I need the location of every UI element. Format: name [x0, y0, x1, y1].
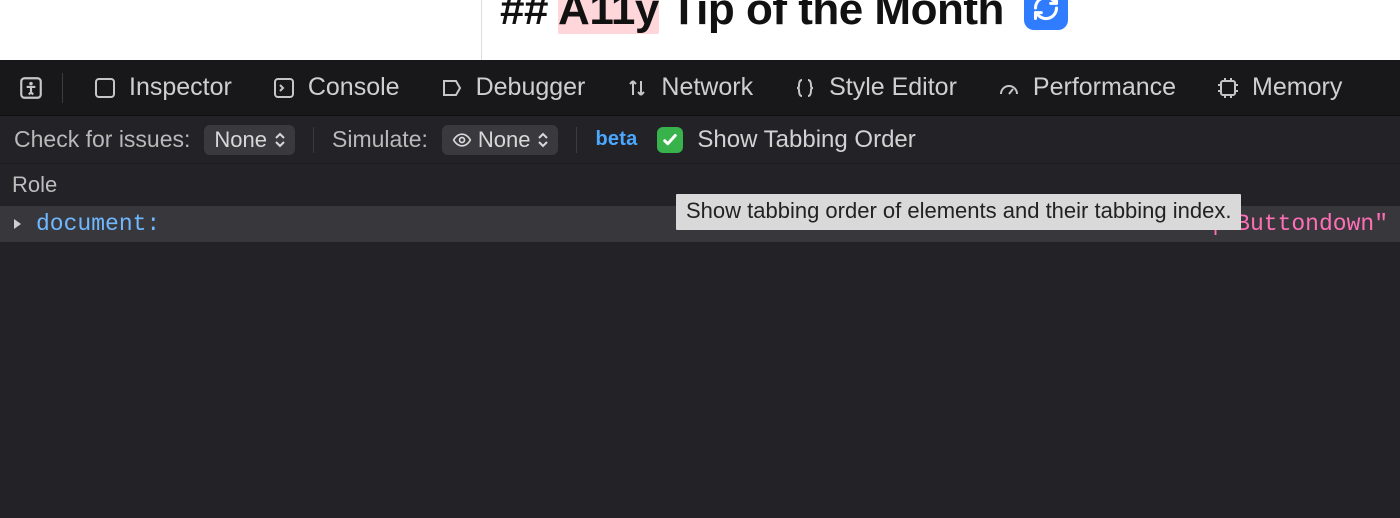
subbar-separator	[576, 127, 577, 153]
subbar-separator	[313, 127, 314, 153]
tab-console-label: Console	[308, 73, 400, 102]
tab-console[interactable]: Console	[256, 60, 416, 116]
tab-network[interactable]: Network	[609, 60, 769, 116]
tree-row-role: document:	[36, 211, 160, 237]
check-issues-label: Check for issues:	[14, 126, 190, 153]
tab-inspector-label: Inspector	[129, 73, 232, 102]
tab-memory[interactable]: Memory	[1200, 60, 1358, 116]
show-tabbing-label: Show Tabbing Order	[697, 126, 915, 154]
show-tabbing-checkbox[interactable]	[657, 127, 683, 153]
devtools-panel: Inspector Console Debugger Network Style…	[0, 60, 1400, 518]
page-content: ## A11y Tip of the Month	[482, 0, 1400, 60]
accessibility-subbar: Check for issues: None Simulate: None be…	[0, 116, 1400, 164]
simulate-label: Simulate:	[332, 126, 428, 153]
devtools-toolbar: Inspector Console Debugger Network Style…	[0, 60, 1400, 116]
tab-debugger[interactable]: Debugger	[424, 60, 602, 116]
simulate-select[interactable]: None	[442, 125, 559, 155]
simulate-value: None	[478, 127, 531, 153]
headline-prefix: ##	[500, 0, 558, 34]
refresh-icon[interactable]	[1024, 0, 1068, 30]
page-left-gutter	[0, 0, 482, 60]
beta-badge: beta	[595, 128, 637, 151]
tab-debugger-label: Debugger	[476, 73, 586, 102]
eye-icon	[452, 130, 472, 150]
headline: ## A11y Tip of the Month	[500, 0, 1068, 32]
accessibility-icon[interactable]	[14, 71, 48, 105]
twisty-icon[interactable]	[12, 218, 28, 230]
check-issues-value: None	[214, 127, 267, 153]
tab-inspector[interactable]: Inspector	[77, 60, 248, 116]
tab-style-editor-label: Style Editor	[829, 73, 957, 102]
headline-rest: Tip of the Month	[659, 0, 1016, 34]
tooltip: Show tabbing order of elements and their…	[676, 194, 1241, 230]
tab-network-label: Network	[661, 73, 753, 102]
stepper-icon	[538, 132, 548, 148]
stepper-icon	[275, 132, 285, 148]
tab-memory-label: Memory	[1252, 73, 1342, 102]
check-issues-select[interactable]: None	[204, 125, 295, 155]
toolbar-separator	[62, 73, 63, 103]
tab-style-editor[interactable]: Style Editor	[777, 60, 973, 116]
tab-performance[interactable]: Performance	[981, 60, 1192, 116]
tab-performance-label: Performance	[1033, 73, 1176, 102]
page-area: ## A11y Tip of the Month	[0, 0, 1400, 60]
headline-a11y: A11y	[558, 0, 659, 34]
